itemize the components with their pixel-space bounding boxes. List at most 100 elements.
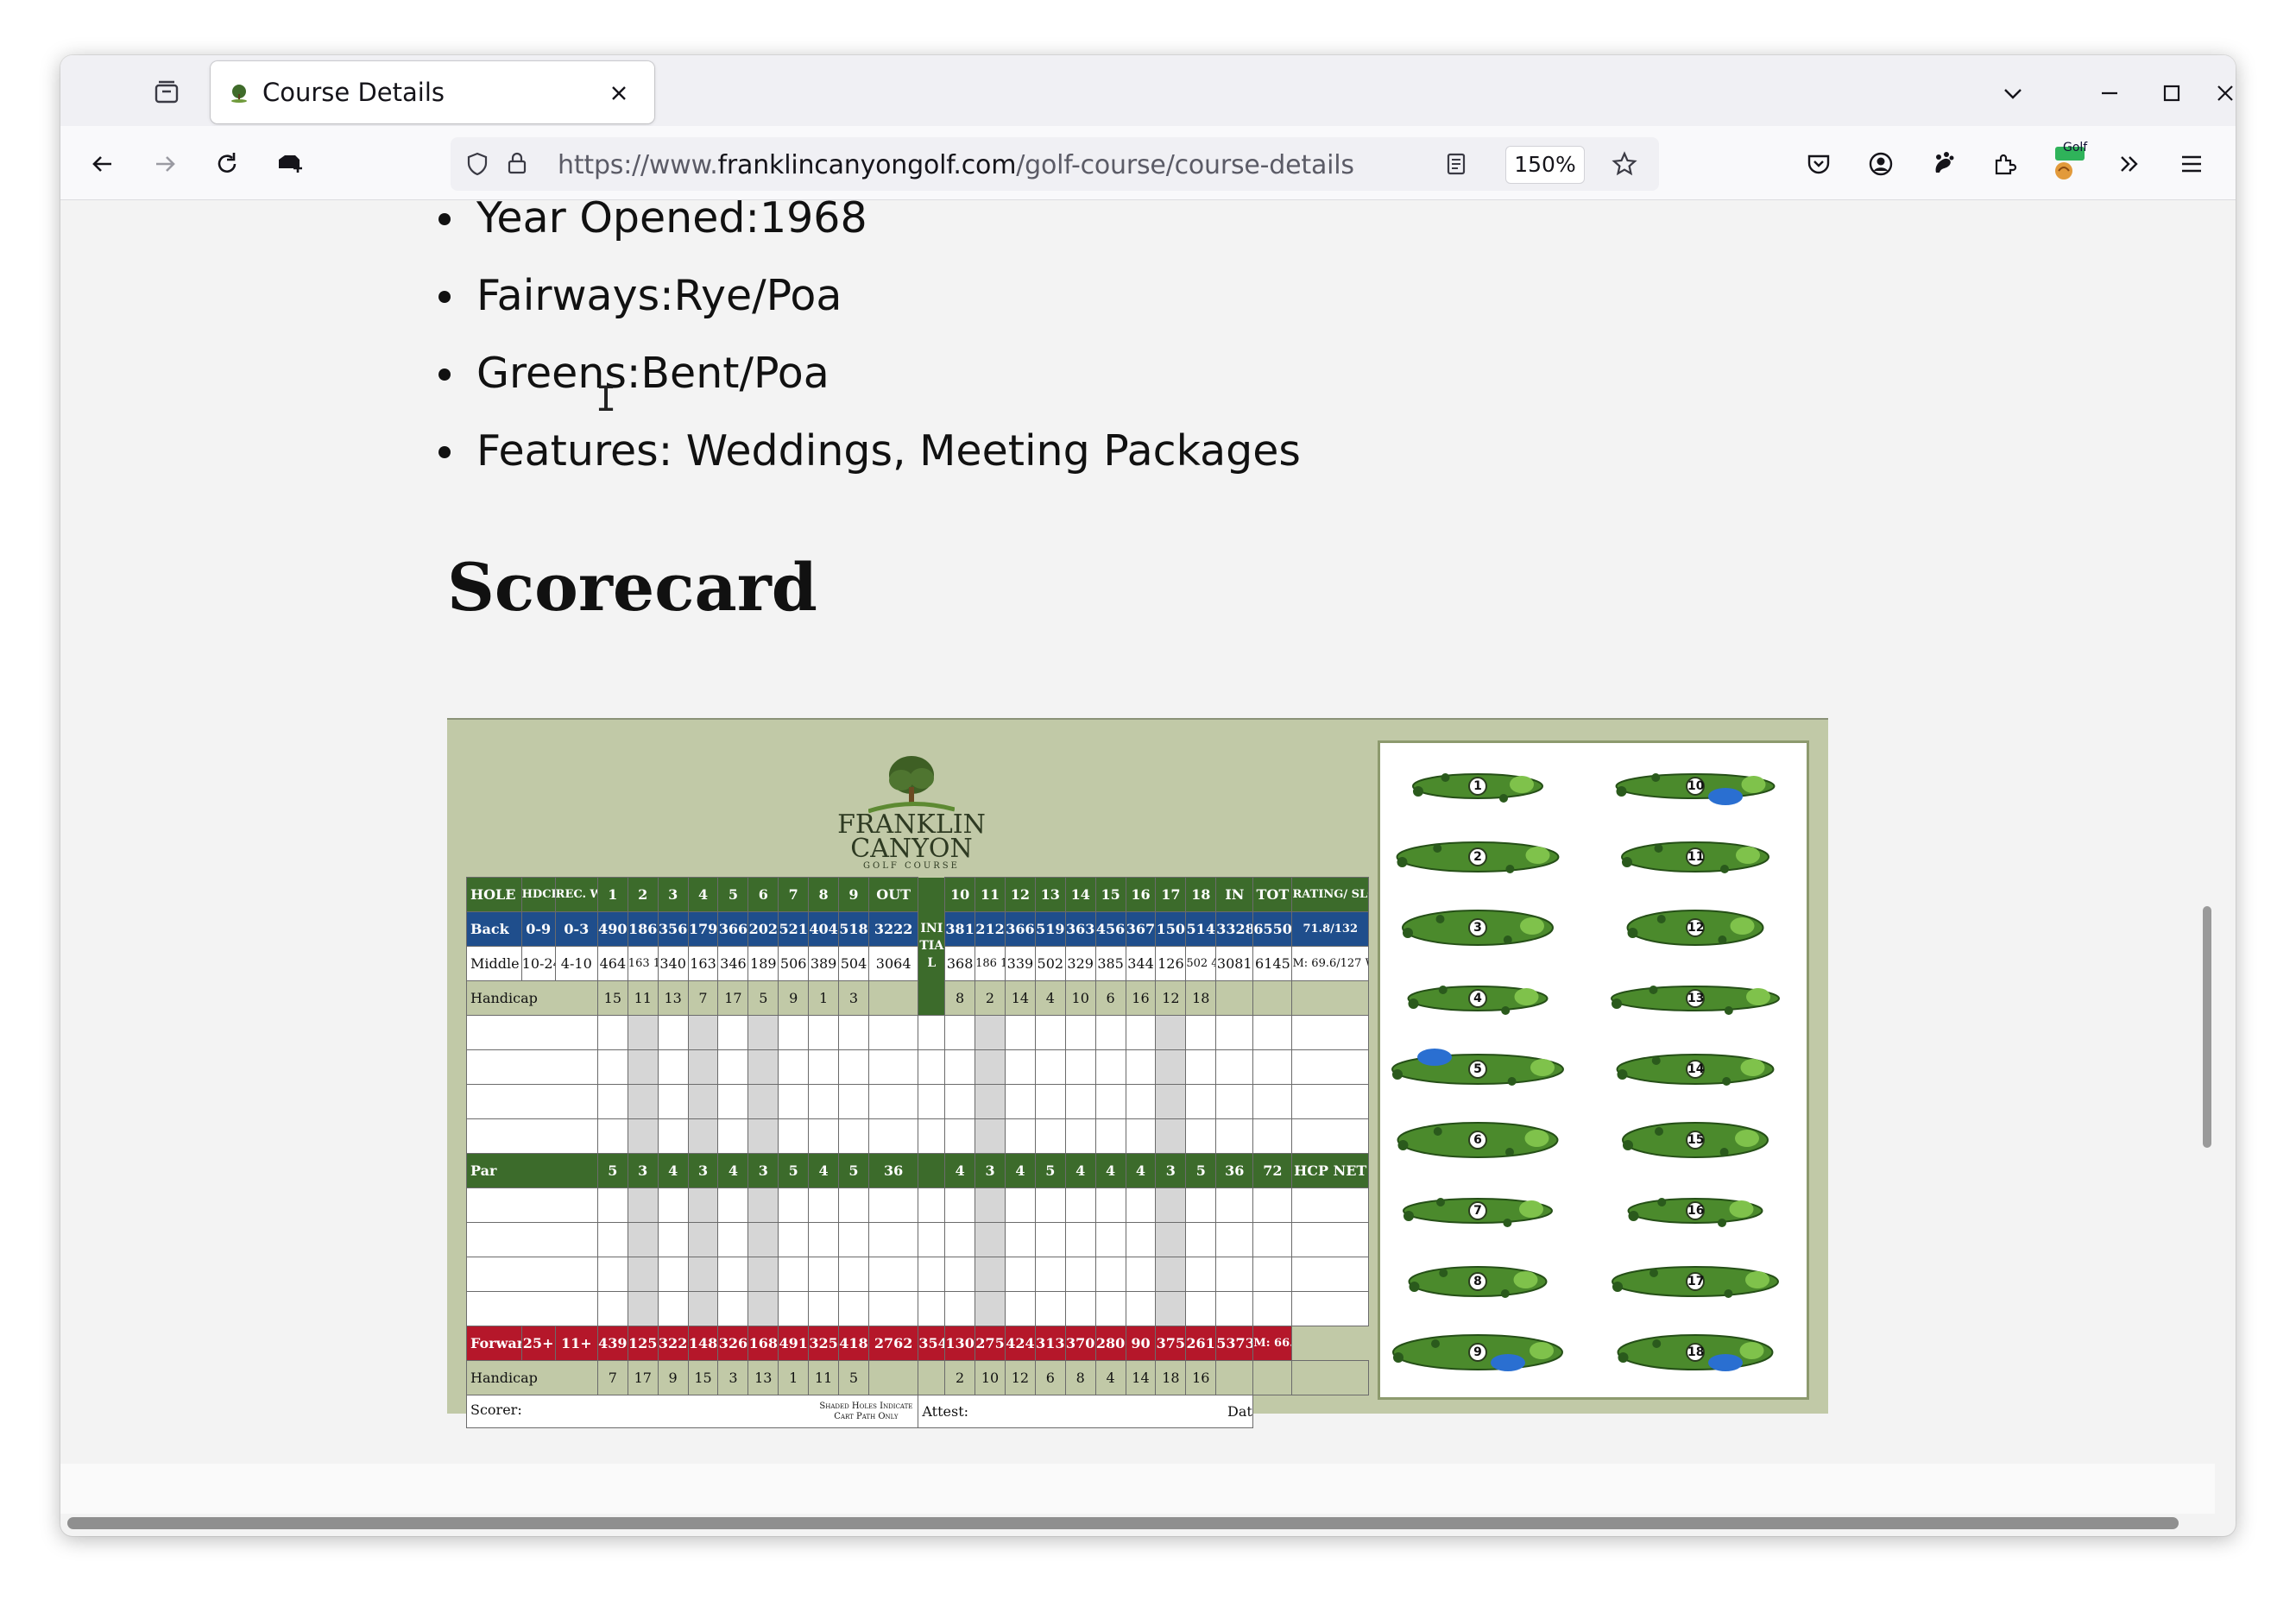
tree-logo-icon: [868, 756, 955, 814]
scorecard-cell: HDCP. MEN: [520, 877, 556, 912]
scorecard-cell: 367: [1125, 911, 1157, 947]
scorecard-cell: [1185, 1049, 1217, 1085]
scorecard-cell: [747, 1118, 779, 1154]
scorecard-cell: [1155, 1222, 1187, 1257]
hole-number: 10: [1686, 777, 1705, 796]
hole-number: 18: [1686, 1343, 1705, 1362]
address-bar[interactable]: https://www.franklincanyongolf.com/golf-…: [451, 137, 1659, 191]
hole-number: 12: [1686, 918, 1705, 937]
scorecard-cell: [717, 1187, 749, 1223]
tab-course-details[interactable]: Course Details: [211, 61, 654, 123]
golf-extension-button[interactable]: Golf: [2047, 141, 2087, 184]
close-tab-button[interactable]: [604, 79, 634, 108]
scorecard-cell: 346: [717, 946, 749, 981]
scorecard-cell: 16: [1125, 980, 1157, 1016]
scorecard-cell: [1094, 1015, 1126, 1050]
scorecard-cell: [1291, 1360, 1369, 1395]
url-text[interactable]: https://www.franklincanyongolf.com/golf-…: [558, 150, 1354, 180]
chevron-down-icon: [2004, 89, 2022, 99]
tab-overview-icon: [155, 80, 179, 104]
scorecard-cell: [1185, 1015, 1217, 1050]
scorecard-cell: [778, 1084, 810, 1119]
scorecard-cell: [717, 1291, 749, 1326]
hole-number: 2: [1468, 847, 1487, 866]
scorecard-cell: [1252, 1360, 1293, 1395]
scorecard-cell: [1004, 1084, 1036, 1119]
scorecard-cell: [596, 1118, 628, 1154]
scorecard-cell: [975, 1049, 1006, 1085]
course-facts-list: Year Opened:1968 Fairways:Rye/Poa Greens…: [423, 200, 1301, 490]
extension-paw-button[interactable]: [1923, 144, 1963, 184]
scorecard-cell: 2: [975, 980, 1006, 1016]
scorecard-cell: [1215, 1187, 1254, 1223]
maximize-button[interactable]: [2153, 74, 2191, 112]
scorecard-cell: [1064, 1084, 1096, 1119]
list-all-tabs-button[interactable]: [1994, 74, 2032, 112]
hole-layout-9: 9: [1387, 1325, 1568, 1380]
container-tab-button[interactable]: [269, 144, 309, 184]
close-window-button[interactable]: [2206, 74, 2236, 112]
paw-extension-icon: [1935, 152, 1954, 173]
scorecard-cell: 0-3: [554, 911, 598, 947]
scorecard-cell: 15: [596, 980, 628, 1016]
scorecard-cell: 4: [717, 1153, 749, 1188]
pocket-icon: [1807, 154, 1830, 174]
scorecard-cell: 389: [808, 946, 840, 981]
scorecard-cell: [1125, 1049, 1157, 1085]
scorecard-cell: [687, 1187, 719, 1223]
arrow-left-icon: [92, 156, 111, 172]
horizontal-scrollbar[interactable]: [67, 1517, 2179, 1529]
page-footer-area: [60, 1464, 2215, 1514]
scorecard-cell: [687, 1084, 719, 1119]
scorecard-cell: Par: [466, 1153, 598, 1188]
scorecard-cell: 13: [657, 980, 689, 1016]
scorecard-cell: 4: [657, 1153, 689, 1188]
scorecard-cell: [657, 1084, 689, 1119]
scorecard-cell: 3081: [1215, 946, 1254, 981]
app-menu-button[interactable]: [2172, 144, 2211, 184]
scorecard-cell: 3: [627, 1153, 659, 1188]
account-button[interactable]: [1861, 144, 1901, 184]
scorecard-cell: [627, 1222, 659, 1257]
back-tee-row: Back 0-9 0-3 490 186 356 179 366 202 521 404 518 322…: [466, 911, 1369, 947]
scorecard-cell: 14: [1064, 877, 1096, 912]
scorecard-cell: [1215, 1222, 1254, 1257]
vertical-scrollbar[interactable]: [2203, 906, 2211, 1148]
scorecard-cell: [627, 1015, 659, 1050]
scorecard-cell: [944, 1291, 976, 1326]
scorecard-cell: [717, 1222, 749, 1257]
extensions-button[interactable]: [1985, 144, 2025, 184]
scorecard-cell: INITIAL: [918, 877, 946, 1016]
scorecard-cell: [808, 1118, 840, 1154]
scorecard-cell: [1155, 1118, 1187, 1154]
pocket-button[interactable]: [1799, 144, 1839, 184]
forward-button[interactable]: [145, 144, 185, 184]
scorecard-cell: 375: [1155, 1326, 1187, 1361]
reload-button[interactable]: [207, 144, 247, 184]
scorecard-cell: [1155, 1257, 1187, 1292]
more-tools-button[interactable]: [2110, 144, 2149, 184]
scorecard-cell: [596, 1187, 628, 1223]
scorecard-cell: [1252, 1084, 1293, 1119]
scorecard-cell: Scorer: Shaded Holes Indicate Cart Path O…: [465, 1395, 919, 1428]
back-button[interactable]: [83, 144, 123, 184]
shield-icon[interactable]: [464, 151, 490, 177]
scorecard-cell: 354: [918, 1326, 946, 1361]
scorecard-cell: [596, 1222, 628, 1257]
scorecard-cell: 3: [975, 1153, 1006, 1188]
scorecard-cell: 356: [657, 911, 689, 947]
minimize-button[interactable]: [2091, 74, 2129, 112]
reader-view-icon[interactable]: [1443, 151, 1469, 177]
player-score-row: [466, 1187, 1369, 1223]
star-bookmark-icon[interactable]: [1611, 150, 1638, 178]
lock-icon[interactable]: [504, 150, 530, 176]
scorecard-cell: [1094, 1257, 1126, 1292]
scorecard-cell: [1215, 1360, 1254, 1395]
scorecard-cell: 3: [717, 1360, 749, 1395]
tab-overview-button[interactable]: [147, 72, 186, 112]
url-domain: franklincanyongolf.com: [717, 150, 1017, 180]
scorecard-cell: [1291, 1187, 1369, 1223]
scorecard-cell: [747, 1049, 779, 1085]
chevron-double-right-icon: [2121, 156, 2138, 172]
zoom-level-button[interactable]: 150%: [1505, 146, 1585, 184]
